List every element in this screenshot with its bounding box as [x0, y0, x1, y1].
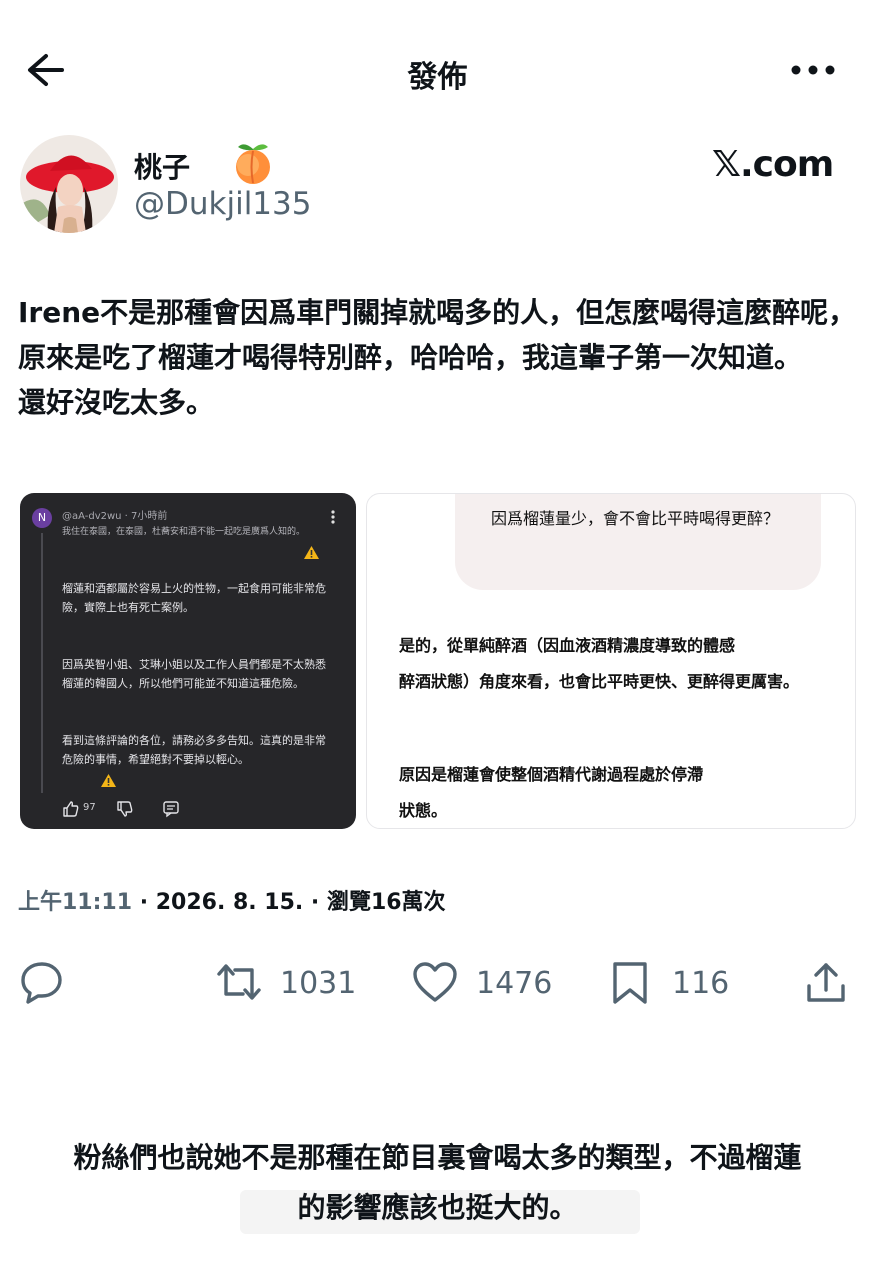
question-bubble: 因爲榴蓮量少，會不會比平時喝得更醉？: [455, 494, 821, 590]
like-count: 1476: [476, 966, 553, 1001]
commenter-avatar: N: [32, 508, 52, 528]
warning-icon: [101, 772, 116, 787]
share-icon: [807, 963, 845, 1002]
answer-line: 原因是榴蓮會使整個酒精代謝過程處於停滯: [399, 765, 704, 784]
retweet-button[interactable]: 1031: [213, 956, 357, 1004]
reply-icon: [162, 800, 180, 818]
media-image-comment[interactable]: N @aA-dv2wu · 7小時前 我住在泰國，在泰國，杜蕎安和酒不能一起吃是…: [20, 493, 356, 829]
like-button[interactable]: 1476: [412, 956, 552, 1004]
post-meta: 上午11:11 · 2026. 8. 15. · 瀏覽16萬次: [18, 884, 446, 916]
post-line: 原來是吃了榴蓮才喝得特別醉，哈哈哈，我這輩子第一次知道。: [18, 341, 803, 374]
top-bar: 發佈: [0, 0, 875, 130]
thumbs-up-icon: [63, 801, 79, 817]
caption-line: 粉絲們也說她不是那種在節目裏會喝太多的類型，不過榴蓮: [73, 1141, 802, 1174]
user-handle[interactable]: @Dukjil135: [134, 186, 311, 222]
answer-line: 醉酒狀態）角度來看，也會比平時更快、更醉得更厲害。: [399, 672, 800, 691]
more-options-icon[interactable]: [790, 55, 836, 85]
media-image-chat[interactable]: 因爲榴蓮量少，會不會比平時喝得更醉？ 是的，從單純醉酒（因血液酒精濃度導致的體感…: [366, 493, 856, 829]
reply-button[interactable]: [20, 956, 66, 1004]
question-text: 因爲榴蓮量少，會不會比平時喝得更醉？: [491, 509, 780, 528]
peach-emoji-icon: [232, 141, 274, 185]
view-count[interactable]: 瀏覽16萬次: [327, 890, 446, 915]
post-text: Irene不是那種會因爲車門關掉就喝多的人，但怎麼喝得這麼醉呢， 原來是吃了榴蓮…: [18, 290, 858, 425]
post-line: 還好沒吃太多。: [18, 386, 215, 419]
bookmark-button[interactable]: 116: [610, 956, 729, 1004]
retweet-count: 1031: [280, 966, 357, 1001]
kebab-menu-icon: [325, 508, 341, 526]
bookmark-count: 116: [672, 966, 730, 1001]
retweet-icon: [217, 964, 261, 1000]
thread-line: [41, 533, 43, 793]
answer-line: 狀態。: [399, 801, 448, 820]
answer-line: 是的，從單純醉酒（因血液酒精濃度導致的體感: [399, 636, 736, 655]
comment-meta: @aA-dv2wu · 7小時前: [62, 511, 168, 522]
caption-line: 的影響應該也挺大的。: [297, 1191, 578, 1224]
post-time: 上午11:11: [18, 890, 133, 915]
display-name[interactable]: 桃子: [134, 146, 190, 186]
action-bar: 1031 1476 116: [0, 950, 875, 1010]
avatar[interactable]: [20, 135, 118, 233]
comment-like-count: 97: [83, 802, 96, 813]
post-date: · 2026. 8. 15. ·: [132, 890, 327, 915]
warning-icon: [304, 544, 319, 559]
page-title: 發佈: [407, 60, 468, 95]
heart-icon: [413, 962, 457, 1002]
post-line: Irene不是那種會因爲車門關掉就喝多的人，但怎麼喝得這麼醉呢，: [18, 296, 857, 329]
bookmark-icon: [613, 962, 647, 1004]
caption: 粉絲們也說她不是那種在節目裏會喝太多的類型，不過榴蓮 的影響應該也挺大的。: [0, 1133, 875, 1233]
comment-paragraph: 看到這條評論的各位，請務必多多告知。這真的是非常危險的事情，希望絕對不要掉以輕心…: [62, 734, 326, 766]
comment-line: 我住在泰國，在泰國，杜蕎安和酒不能一起吃是廣爲人知的。: [62, 527, 306, 537]
share-button[interactable]: [805, 956, 849, 1004]
comment-paragraph: 因爲英智小姐、艾琳小姐以及工作人員們都是不太熟悉榴蓮的韓國人，所以他們可能並不知…: [62, 658, 326, 690]
x-com-watermark: 𝕏.com: [712, 144, 834, 185]
thumbs-down-icon: [116, 800, 134, 818]
comment-paragraph: 榴蓮和酒都屬於容易上火的性物，一起食用可能非常危險，實際上也有死亡案例。: [62, 582, 326, 614]
reply-bubble-icon: [21, 962, 62, 1004]
